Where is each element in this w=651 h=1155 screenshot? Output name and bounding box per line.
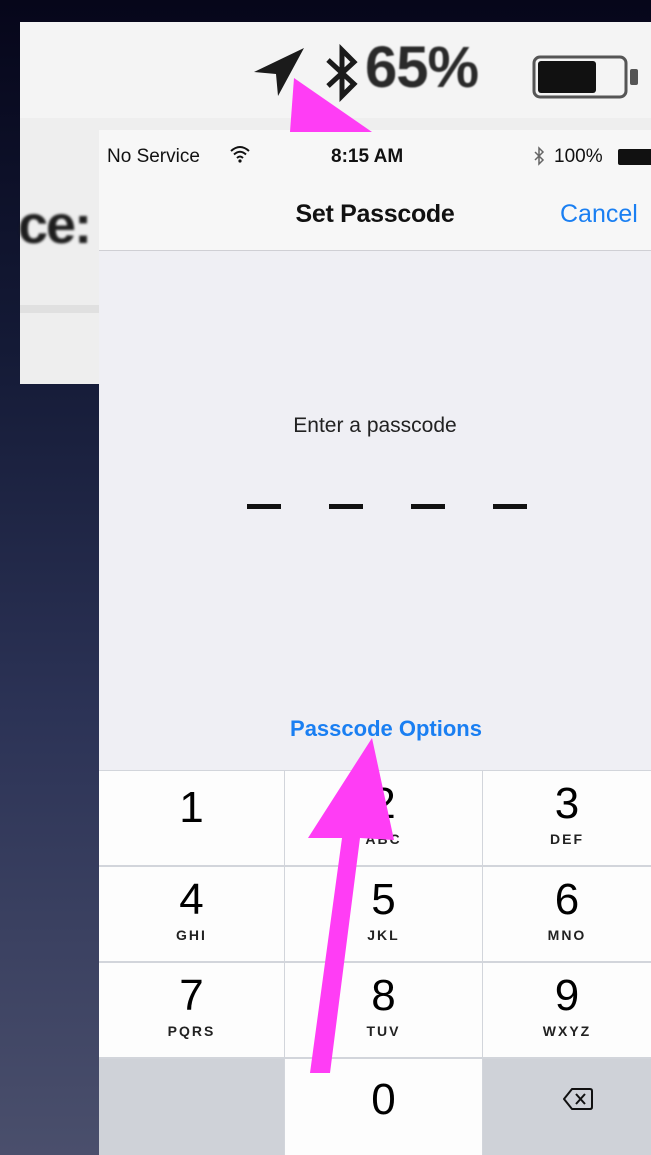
key-7[interactable]: 7 PQRS: [99, 963, 284, 1057]
passcode-digit-placeholder: [329, 504, 363, 509]
passcode-entry-field[interactable]: [247, 504, 527, 514]
key-3[interactable]: 3 DEF: [483, 771, 651, 865]
background-battery-percent: 65%: [365, 35, 479, 100]
annotation-arrow-icon: [290, 78, 372, 132]
key-letters: PQRS: [167, 1023, 216, 1039]
key-1[interactable]: 1: [99, 771, 284, 865]
key-digit: 4: [179, 875, 204, 924]
key-digit: 0: [371, 1075, 396, 1124]
passcode-digit-placeholder: [411, 504, 445, 509]
delete-key[interactable]: [483, 1059, 651, 1155]
key-blank: [99, 1059, 284, 1155]
key-digit: 9: [554, 971, 580, 1020]
key-9[interactable]: 9 WXYZ: [483, 963, 651, 1057]
key-digit: 6: [554, 875, 580, 924]
navigation-bar: Set Passcode Cancel: [99, 184, 651, 251]
carrier-label: No Service: [107, 146, 200, 167]
annotation-arrow-icon: [308, 738, 394, 1073]
key-letters: GHI: [176, 927, 207, 943]
key-6[interactable]: 6 MNO: [483, 867, 651, 961]
wifi-icon: [230, 146, 250, 163]
battery-percent: 100%: [554, 146, 603, 167]
cancel-button[interactable]: Cancel: [560, 200, 638, 229]
battery-icon: [532, 55, 638, 99]
status-bar: No Service 8:15 AM 100%: [99, 130, 651, 184]
key-digit: 7: [179, 971, 204, 1020]
key-4[interactable]: 4 GHI: [99, 867, 284, 961]
background-title-fragment: ce:: [18, 195, 92, 255]
passcode-digit-placeholder: [493, 504, 527, 509]
key-digit: 1: [179, 783, 204, 832]
key-letters: MNO: [547, 927, 587, 943]
status-time: 8:15 AM: [331, 146, 404, 167]
battery-icon: [618, 149, 651, 165]
key-digit: 3: [554, 779, 580, 828]
key-0[interactable]: 0: [285, 1059, 482, 1155]
passcode-prompt: Enter a passcode: [293, 414, 457, 437]
backspace-icon: [563, 1088, 593, 1110]
key-letters: WXYZ: [542, 1023, 592, 1039]
passcode-digit-placeholder: [247, 504, 281, 509]
bluetooth-icon: [534, 146, 545, 166]
key-letters: DEF: [550, 831, 584, 847]
